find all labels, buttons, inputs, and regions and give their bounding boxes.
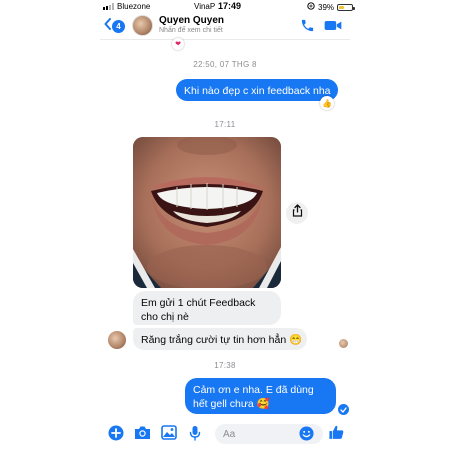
video-call-icon[interactable] [324,18,342,38]
like-icon[interactable] [328,424,345,441]
image-attachment[interactable] [133,137,281,288]
timestamp: 22:50, 07 THG 8 [193,60,257,69]
message-composer [0,420,450,448]
image-gallery-icon[interactable] [161,425,177,440]
share-icon [292,204,303,222]
seen-avatar [339,339,348,348]
sent-check-icon [338,404,349,415]
header-divider [100,39,350,40]
contact-avatar[interactable] [132,15,153,36]
share-button[interactable] [286,202,308,224]
battery-icon [337,3,356,11]
smile-photo [133,137,281,288]
status-bar: Bluezone VinaP 17:49 39% [0,0,450,13]
emoji-icon[interactable] [299,426,314,441]
incoming-message[interactable]: Răng trắng cười tự tin hơn hẳn 😁 [133,328,307,350]
heart-reaction[interactable]: ❤ [172,38,184,50]
sender-avatar[interactable] [108,331,126,349]
thumbs-up-reaction[interactable]: 👍 [320,96,334,110]
battery-percent: 39% [318,2,335,12]
message-input[interactable] [223,427,303,441]
phone-call-icon[interactable] [300,18,315,38]
chat-header: 4 Quyen Quyen Nhấn để xem chi tiết [0,13,450,39]
timestamp: 17:11 [214,120,236,129]
battery-level [339,5,345,9]
back-button[interactable]: 4 [104,17,125,35]
carrier-center: VinaP [194,2,216,11]
timestamp: 17:38 [214,361,236,370]
incoming-message[interactable]: Em gửi 1 chút Feedback cho chị nè [133,291,281,325]
outgoing-message[interactable]: Cảm ơn e nha. E đã dùng hết gell chưa 🥰 [185,378,336,414]
plus-icon[interactable] [108,425,124,441]
camera-icon[interactable] [134,425,151,440]
status-time: 17:49 [218,1,242,11]
outgoing-message[interactable]: Khi nào đẹp c xin feedback nha [176,79,338,101]
orientation-lock-icon [307,2,315,12]
chevron-left-icon [104,17,111,35]
microphone-icon[interactable] [189,425,201,441]
carrier-left: Bluezone [117,2,151,11]
unread-count-badge: 4 [112,19,125,33]
contact-name[interactable]: Quyen Quyen [159,15,224,26]
thumbs-up-icon: 👍 [322,98,332,108]
signal-strength-icon [103,3,114,10]
contact-subtitle[interactable]: Nhấn để xem chi tiết [159,27,223,34]
